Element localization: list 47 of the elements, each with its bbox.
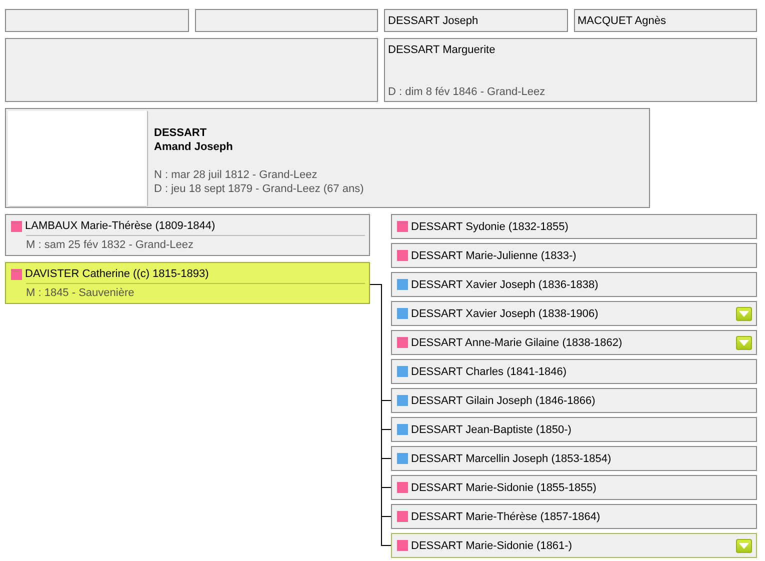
child-name: DESSART Anne-Marie Gilaine (1838-1862) [411, 336, 622, 350]
caret-icon [739, 542, 749, 548]
ancestor-card[interactable]: DESSART Joseph [384, 9, 568, 32]
child-row[interactable]: DESSART Xavier Joseph (1838-1906) [391, 301, 757, 326]
person-name: MACQUET Agnès [578, 14, 667, 28]
child-name: DESSART Jean-Baptiste (1850-) [411, 422, 572, 436]
child-row[interactable]: DESSART Marie-Thérèse (1857-1864) [391, 504, 757, 529]
child-name: DESSART Xavier Joseph (1838-1906) [411, 306, 598, 320]
given-names: Amand Joseph [154, 140, 234, 154]
death-date: D : jeu 18 sept 1879 - Grand-Leez (67 ans) [154, 182, 364, 196]
child-row[interactable]: DESSART Xavier Joseph (1836-1838) [391, 272, 757, 297]
caret-icon [739, 310, 749, 316]
child-name: DESSART Marcellin Joseph (1853-1854) [411, 452, 612, 466]
ancestor-card[interactable]: MACQUET Agnès [574, 9, 757, 32]
child-row[interactable]: DESSART Jean-Baptiste (1850-) [391, 417, 757, 442]
expand-button[interactable] [736, 538, 752, 552]
marriage-date: M : 1845 - Sauvenière [26, 287, 134, 299]
expand-button[interactable] [736, 336, 752, 350]
birth-date: N : mar 28 juil 1812 - Grand-Leez [154, 168, 318, 182]
child-name: DESSART Marie-Sidonie (1855-1855) [411, 480, 596, 494]
child-row[interactable]: DESSART Gilain Joseph (1846-1866) [391, 388, 757, 413]
child-row[interactable]: DESSART Marcellin Joseph (1853-1854) [391, 446, 757, 471]
child-name: DESSART Gilain Joseph (1846-1866) [411, 394, 596, 408]
surname: DESSART [154, 126, 208, 140]
caret-icon [739, 340, 749, 346]
child-row[interactable]: DESSART Anne-Marie Gilaine (1838-1862) [391, 330, 757, 355]
child-row[interactable]: DESSART Charles (1841-1846) [391, 359, 757, 384]
spouse-card[interactable]: DAVISTER Catherine ((c) 1815-1893) M : 1845 - Sauvenière [5, 262, 370, 304]
spouse-card[interactable]: LAMBAUX Marie-Thérèse (1809-1844) M : sam 25 fév 1832 - Grand-Leez [5, 214, 370, 256]
child-row[interactable]: DESSART Marie-Julienne (1833-) [391, 243, 757, 268]
child-name: DESSART Marie-Sidonie (1861-) [411, 538, 572, 552]
child-row[interactable]: DESSART Marie-Sidonie (1855-1855) [391, 475, 757, 500]
child-name: DESSART Marie-Julienne (1833-) [411, 248, 576, 262]
child-name: DESSART Charles (1841-1846) [411, 364, 567, 378]
child-name: DESSART Xavier Joseph (1836-1838) [411, 278, 598, 292]
spouse-name: DAVISTER Catherine ((c) 1815-1893) [25, 267, 209, 281]
death-date: D : dim 8 fév 1846 - Grand-Leez [388, 85, 546, 99]
expand-button[interactable] [736, 306, 752, 320]
spouse-name: LAMBAUX Marie-Thérèse (1809-1844) [25, 219, 216, 233]
child-row[interactable]: DESSART Sydonie (1832-1855) [391, 214, 757, 239]
ancestor-card[interactable]: DESSART Marguerite D : dim 8 fév 1846 - Grand-Leez [384, 38, 757, 102]
marriage-date: M : sam 25 fév 1832 - Grand-Leez [26, 239, 194, 251]
child-name: DESSART Sydonie (1832-1855) [411, 220, 568, 234]
child-row[interactable]: DESSART Marie-Sidonie (1861-) [391, 533, 757, 558]
child-name: DESSART Marie-Thérèse (1857-1864) [411, 510, 600, 524]
person-name: DESSART Joseph [388, 14, 480, 28]
person-name: DESSART Marguerite [388, 43, 496, 57]
